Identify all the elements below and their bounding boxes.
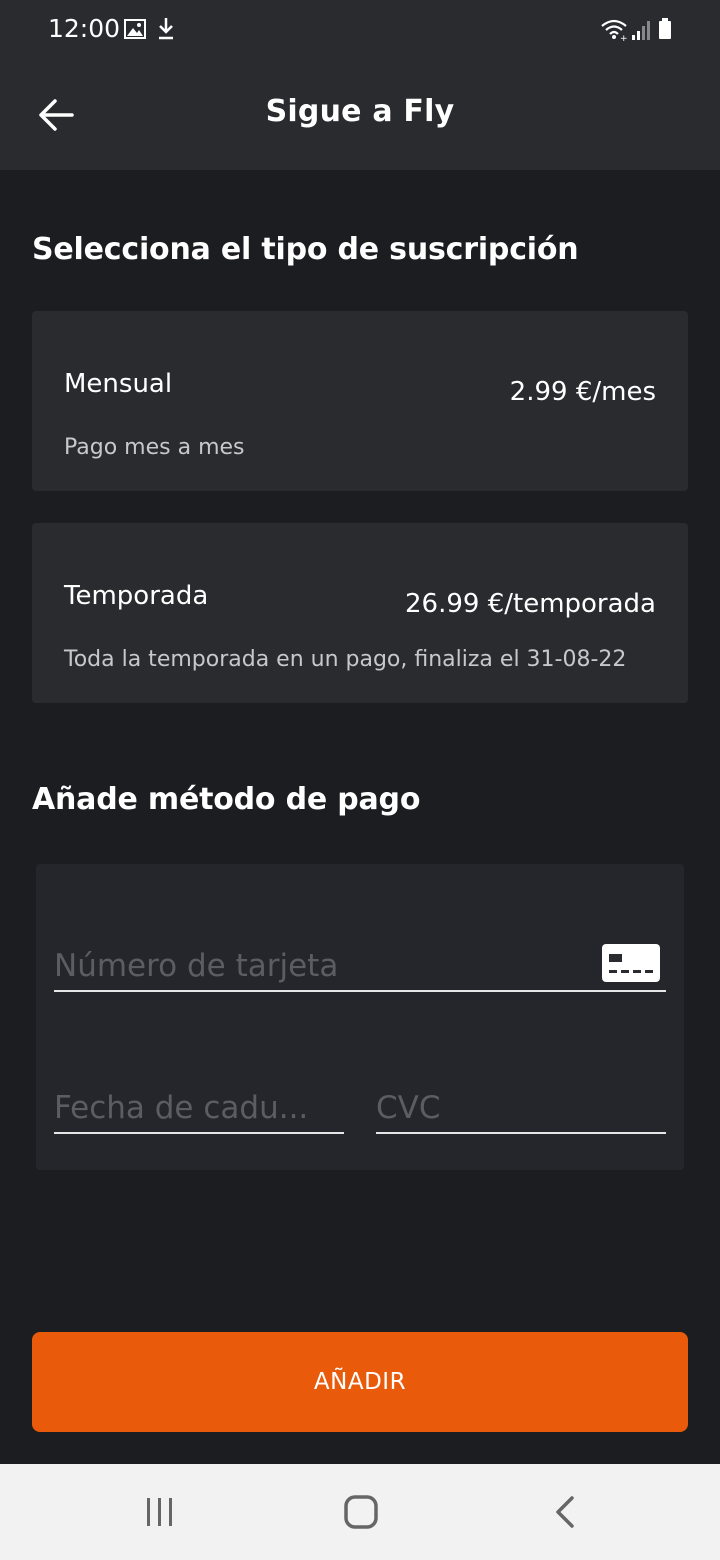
credit-card-icon	[602, 944, 660, 982]
payment-heading: Añade método de pago	[32, 782, 421, 817]
page-title: Sigue a Fly	[265, 94, 455, 129]
battery-icon	[659, 18, 671, 39]
back-icon[interactable]	[550, 1492, 580, 1532]
expiry-field	[54, 1086, 344, 1134]
wifi-icon: +	[601, 19, 628, 41]
plan-card-season[interactable]: Temporada 26.99 €/temporada Toda la temp…	[32, 523, 688, 703]
plan-price: 26.99 €/temporada	[405, 589, 656, 619]
image-icon	[124, 19, 146, 39]
plan-name: Mensual	[64, 369, 173, 399]
plan-description: Pago mes a mes	[64, 435, 245, 460]
signal-icon	[632, 21, 650, 40]
download-icon	[159, 18, 173, 40]
payment-form	[36, 864, 684, 1170]
card-number-input[interactable]	[54, 944, 666, 988]
status-bar: 12:00 +	[0, 0, 720, 60]
screen: 12:00 + Sigue a Fly Selecciona el tipo d…	[0, 0, 720, 1560]
recents-icon[interactable]	[140, 1494, 180, 1530]
svg-text:+: +	[620, 34, 628, 41]
plan-description: Toda la temporada en un pago, finaliza e…	[64, 647, 627, 672]
app-bar: Sigue a Fly	[0, 60, 720, 170]
status-time: 12:00	[48, 14, 121, 43]
plan-card-monthly[interactable]: Mensual 2.99 €/mes Pago mes a mes	[32, 311, 688, 491]
subscription-heading: Selecciona el tipo de suscripción	[32, 232, 579, 267]
cvc-input[interactable]	[376, 1086, 666, 1130]
home-icon[interactable]	[340, 1492, 384, 1532]
system-nav-bar	[0, 1464, 720, 1560]
expiry-input[interactable]	[54, 1086, 344, 1130]
plan-price: 2.99 €/mes	[509, 377, 656, 407]
plan-name: Temporada	[64, 581, 209, 611]
back-arrow-icon[interactable]	[30, 90, 82, 140]
card-number-field	[54, 944, 666, 992]
add-button[interactable]: AÑADIR	[32, 1332, 688, 1432]
cvc-field	[376, 1086, 666, 1134]
